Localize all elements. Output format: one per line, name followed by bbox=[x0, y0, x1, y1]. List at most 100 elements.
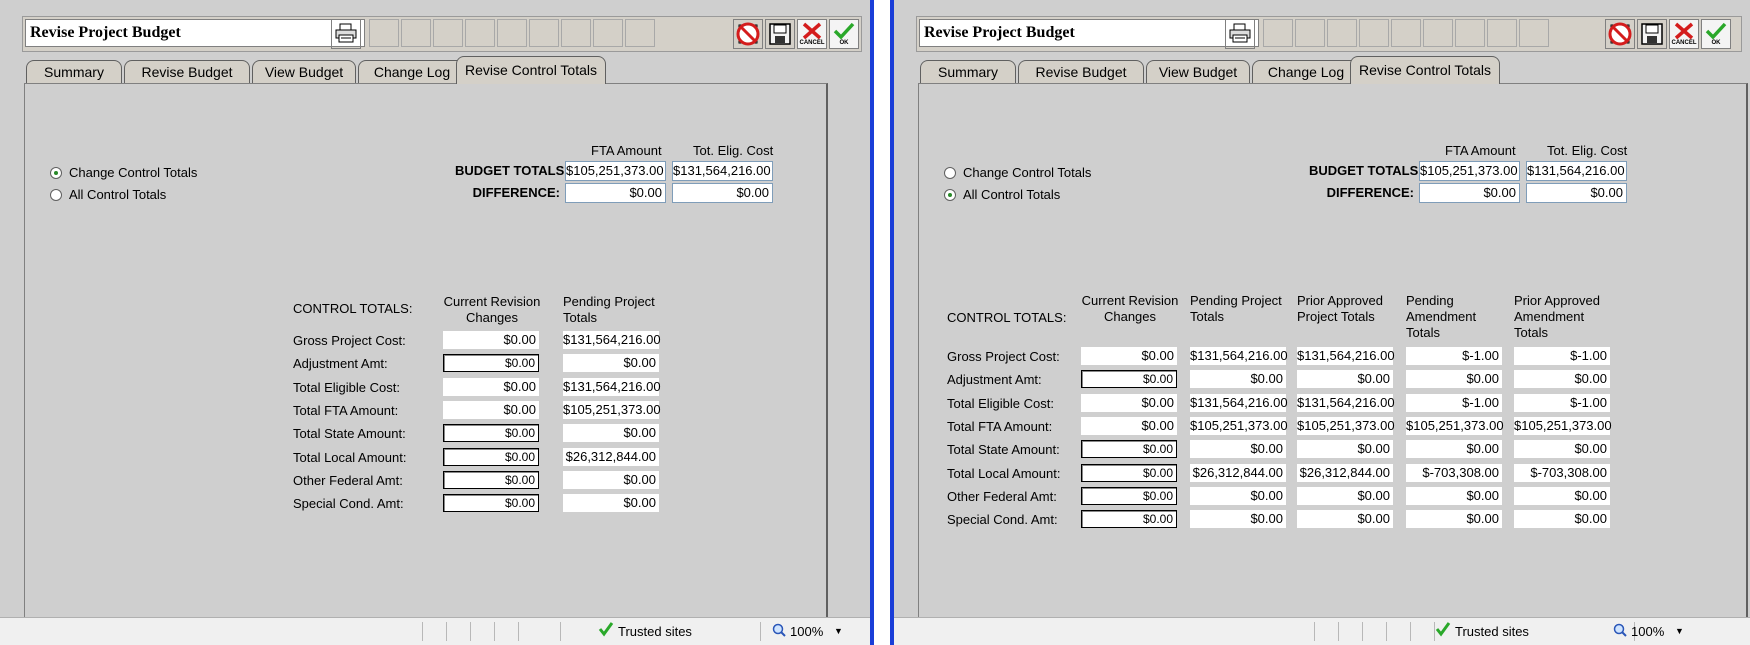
control-value: $26,312,844.00 bbox=[563, 447, 659, 466]
control-value: $0.00 bbox=[1406, 440, 1502, 459]
control-value: $131,564,216.00 bbox=[563, 377, 661, 396]
save-button[interactable] bbox=[1637, 19, 1667, 49]
radio-all-control-totals[interactable]: All Control Totals bbox=[50, 187, 166, 202]
tab-revise-control-totals[interactable]: Revise Control Totals bbox=[1350, 56, 1500, 84]
control-value-input[interactable]: $0.00 bbox=[1081, 370, 1177, 389]
tab-view-budget[interactable]: View Budget bbox=[252, 60, 356, 83]
control-value: $-1.00 bbox=[1514, 347, 1610, 365]
zoom-dropdown-icon[interactable]: ▼ bbox=[1675, 626, 1684, 636]
control-row-label: Adjustment Amt: bbox=[293, 356, 388, 372]
tot-elig-cost-header: Tot. Elig. Cost bbox=[693, 143, 774, 158]
control-value: $105,251,373.00 bbox=[1514, 416, 1612, 435]
difference-label: DIFFERENCE: bbox=[1326, 185, 1414, 200]
delete-button[interactable] bbox=[733, 19, 763, 49]
control-value-input[interactable]: $0.00 bbox=[1081, 486, 1177, 505]
control-row-label: Total State Amount: bbox=[947, 442, 1060, 458]
save-icon bbox=[1640, 22, 1664, 46]
tab-revise-control-totals[interactable]: Revise Control Totals bbox=[456, 56, 606, 84]
control-value: $-1.00 bbox=[1406, 393, 1502, 412]
toolbar-cell bbox=[1295, 19, 1325, 47]
fta-amount-header: FTA Amount bbox=[591, 143, 662, 158]
control-value-input[interactable]: $0.00 bbox=[443, 494, 539, 513]
control-column-header: Prior Approved Amendment Totals bbox=[1514, 293, 1600, 340]
tab-view-budget[interactable]: View Budget bbox=[1146, 60, 1250, 83]
control-row-label: Adjustment Amt: bbox=[947, 372, 1042, 388]
printer-icon bbox=[1229, 23, 1251, 46]
control-value: $131,564,216.00 bbox=[1297, 347, 1395, 365]
status-divider bbox=[1410, 622, 1411, 641]
toolbar-cell bbox=[497, 19, 527, 47]
control-value-input[interactable]: $0.00 bbox=[1081, 440, 1177, 459]
control-value: $0.00 bbox=[443, 400, 539, 419]
ok-button[interactable]: OK bbox=[829, 19, 859, 49]
control-row-label: Total Local Amount: bbox=[293, 449, 407, 465]
cancel-button[interactable]: CANCEL bbox=[797, 19, 827, 49]
control-totals-label: CONTROL TOTALS: bbox=[293, 301, 413, 316]
tab-change-log[interactable]: Change Log bbox=[358, 60, 466, 83]
print-button[interactable] bbox=[331, 19, 361, 49]
control-column-header: Pending Project Totals bbox=[1190, 293, 1282, 324]
toolbar-cell bbox=[1327, 19, 1357, 47]
control-value: $0.00 bbox=[1081, 393, 1177, 412]
print-button[interactable] bbox=[1225, 19, 1255, 49]
control-row-label: Special Cond. Amt: bbox=[293, 496, 404, 512]
trusted-check-icon bbox=[598, 621, 614, 640]
toolbar-cell bbox=[593, 19, 623, 47]
control-value: $0.00 bbox=[1190, 486, 1286, 505]
control-column-header: Current Revision Changes bbox=[1081, 293, 1179, 324]
radio-all-control-totals[interactable]: All Control Totals bbox=[944, 187, 1060, 202]
radio-change-control-totals[interactable]: Change Control Totals bbox=[944, 165, 1091, 180]
control-value-input[interactable]: $0.00 bbox=[1081, 463, 1177, 482]
status-divider bbox=[494, 622, 495, 641]
control-value-input[interactable]: $0.00 bbox=[443, 424, 539, 443]
header-bar: Revise Project Budget CANCEL OK bbox=[916, 16, 1742, 52]
difference-elig: $0.00 bbox=[672, 183, 773, 203]
tab-summary[interactable]: Summary bbox=[26, 60, 122, 83]
zoom-level[interactable]: 100% bbox=[1631, 624, 1664, 639]
tab-summary[interactable]: Summary bbox=[920, 60, 1016, 83]
zoom-dropdown-icon[interactable]: ▼ bbox=[834, 626, 843, 636]
cancel-button[interactable]: CANCEL bbox=[1669, 19, 1699, 49]
radio-label: All Control Totals bbox=[69, 187, 167, 202]
control-row-label: Total Eligible Cost: bbox=[293, 379, 400, 395]
toolbar-cell bbox=[1391, 19, 1421, 47]
control-value: $105,251,373.00 bbox=[1406, 416, 1504, 435]
header-bar: Revise Project Budget CANCEL OK bbox=[22, 16, 862, 52]
cancel-caption: CANCEL bbox=[1671, 40, 1697, 46]
control-value-input[interactable]: $0.00 bbox=[443, 470, 539, 489]
control-value: $131,564,216.00 bbox=[1190, 393, 1288, 412]
difference-elig: $0.00 bbox=[1526, 183, 1627, 203]
status-divider bbox=[446, 622, 447, 641]
control-value: $-1.00 bbox=[1514, 393, 1610, 412]
tab-revise-budget[interactable]: Revise Budget bbox=[124, 60, 250, 83]
control-value-input[interactable]: $0.00 bbox=[443, 354, 539, 373]
control-value-input[interactable]: $0.00 bbox=[443, 447, 539, 466]
control-value: $0.00 bbox=[1081, 416, 1177, 435]
tab-change-log[interactable]: Change Log bbox=[1252, 60, 1360, 83]
toolbar-cell bbox=[1487, 19, 1517, 47]
zoom-level[interactable]: 100% bbox=[790, 624, 823, 639]
save-button[interactable] bbox=[765, 19, 795, 49]
status-divider bbox=[1314, 622, 1315, 641]
toolbar-cell bbox=[625, 19, 655, 47]
zoom-icon[interactable] bbox=[1613, 623, 1627, 640]
control-value-input[interactable]: $0.00 bbox=[1081, 510, 1177, 529]
control-value: $0.00 bbox=[563, 494, 659, 513]
zoom-icon[interactable] bbox=[772, 623, 786, 640]
control-value: $0.00 bbox=[563, 470, 659, 489]
cancel-caption: CANCEL bbox=[799, 40, 825, 46]
delete-button[interactable] bbox=[1605, 19, 1635, 49]
radio-change-control-totals[interactable]: Change Control Totals bbox=[50, 165, 197, 180]
control-value: $0.00 bbox=[1514, 510, 1610, 529]
control-value: $0.00 bbox=[1406, 510, 1502, 529]
fta-amount-header: FTA Amount bbox=[1445, 143, 1516, 158]
tab-revise-budget[interactable]: Revise Budget bbox=[1018, 60, 1144, 83]
printer-icon bbox=[335, 23, 357, 46]
toolbar-cell bbox=[1519, 19, 1549, 47]
toolbar-cell bbox=[1455, 19, 1485, 47]
trusted-check-icon bbox=[1435, 621, 1451, 640]
status-divider bbox=[560, 622, 561, 641]
ok-button[interactable]: OK bbox=[1701, 19, 1731, 49]
page-title: Revise Project Budget bbox=[25, 19, 365, 47]
toolbar-cell bbox=[465, 19, 495, 47]
